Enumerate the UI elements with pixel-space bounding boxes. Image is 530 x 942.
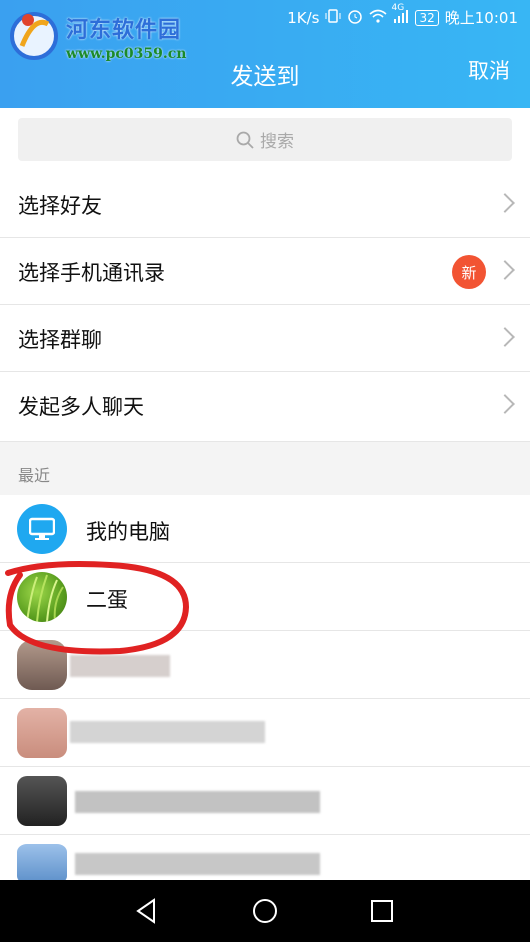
home-icon[interactable]: [252, 897, 278, 925]
search-area: 搜索: [0, 108, 530, 171]
signal-type: 4G: [391, 3, 405, 13]
chevron-right-icon: [495, 260, 515, 280]
search-placeholder: 搜索: [260, 132, 294, 152]
computer-avatar: [17, 504, 67, 554]
wifi-icon: [369, 9, 388, 27]
battery-level: 32: [419, 10, 435, 25]
navigation-bar: [0, 880, 530, 942]
avatar: [17, 640, 67, 690]
signal-icon: 4G: [391, 3, 409, 26]
recents-icon[interactable]: [370, 897, 394, 925]
contact-blurred[interactable]: [0, 699, 530, 767]
avatar: [17, 708, 67, 758]
cancel-button[interactable]: 取消: [468, 55, 510, 85]
back-icon[interactable]: [134, 897, 158, 925]
network-speed: 1K/s: [287, 8, 320, 27]
contact-name: 我的电脑: [86, 520, 170, 544]
recent-section-header: 最近: [0, 442, 530, 495]
monitor-icon: [29, 517, 55, 540]
recent-label: 最近: [18, 466, 51, 485]
avatar: [17, 572, 67, 622]
contact-erdan[interactable]: 二蛋: [0, 563, 530, 631]
chevron-right-icon: [495, 327, 515, 347]
clock: 晚上10:01: [444, 9, 518, 27]
menu-item-label: 发起多人聊天: [18, 395, 144, 419]
menu-item-start-multi-chat[interactable]: 发起多人聊天: [0, 372, 530, 442]
page-title: 发送到: [230, 64, 300, 90]
contact-blurred[interactable]: [0, 835, 530, 884]
blurred-name: [75, 853, 320, 875]
battery-icon: 32: [415, 9, 439, 26]
vibrate-icon: [325, 8, 341, 28]
contact-blurred[interactable]: [0, 631, 530, 699]
alarm-icon: [347, 8, 363, 28]
new-badge: 新: [452, 255, 486, 289]
contact-name: 二蛋: [86, 588, 128, 612]
avatar: [17, 844, 67, 884]
watermark-text: 河东软件园 www.pc0359.cn: [66, 6, 186, 62]
blurred-name: [75, 791, 320, 813]
blurred-name: [70, 721, 265, 743]
chevron-right-icon: [495, 394, 515, 414]
contact-blurred[interactable]: [0, 767, 530, 835]
blurred-name: [70, 655, 170, 677]
contact-my-computer[interactable]: 我的电脑: [0, 495, 530, 563]
status-right: 1K/s 4G 32 晚上10:01: [287, 3, 518, 28]
menu-item-select-phone-contacts[interactable]: 选择手机通讯录 新: [0, 238, 530, 305]
menu-item-label: 选择群聊: [18, 328, 102, 352]
grass-avatar-image: [26, 574, 64, 622]
watermark: 河东软件园 www.pc0359.cn: [6, 6, 186, 62]
watermark-name: 河东软件园: [66, 17, 182, 43]
menu-item-select-group-chat[interactable]: 选择群聊: [0, 305, 530, 372]
search-input[interactable]: 搜索: [18, 118, 512, 161]
menu-item-label: 选择好友: [18, 194, 102, 218]
chevron-right-icon: [495, 193, 515, 213]
menu-item-select-friends[interactable]: 选择好友: [0, 171, 530, 238]
watermark-url: www.pc0359.cn: [66, 46, 187, 62]
avatar: [17, 776, 67, 826]
menu-item-label: 选择手机通讯录: [18, 261, 165, 285]
search-icon: [236, 131, 254, 149]
watermark-logo-icon: [10, 12, 58, 60]
